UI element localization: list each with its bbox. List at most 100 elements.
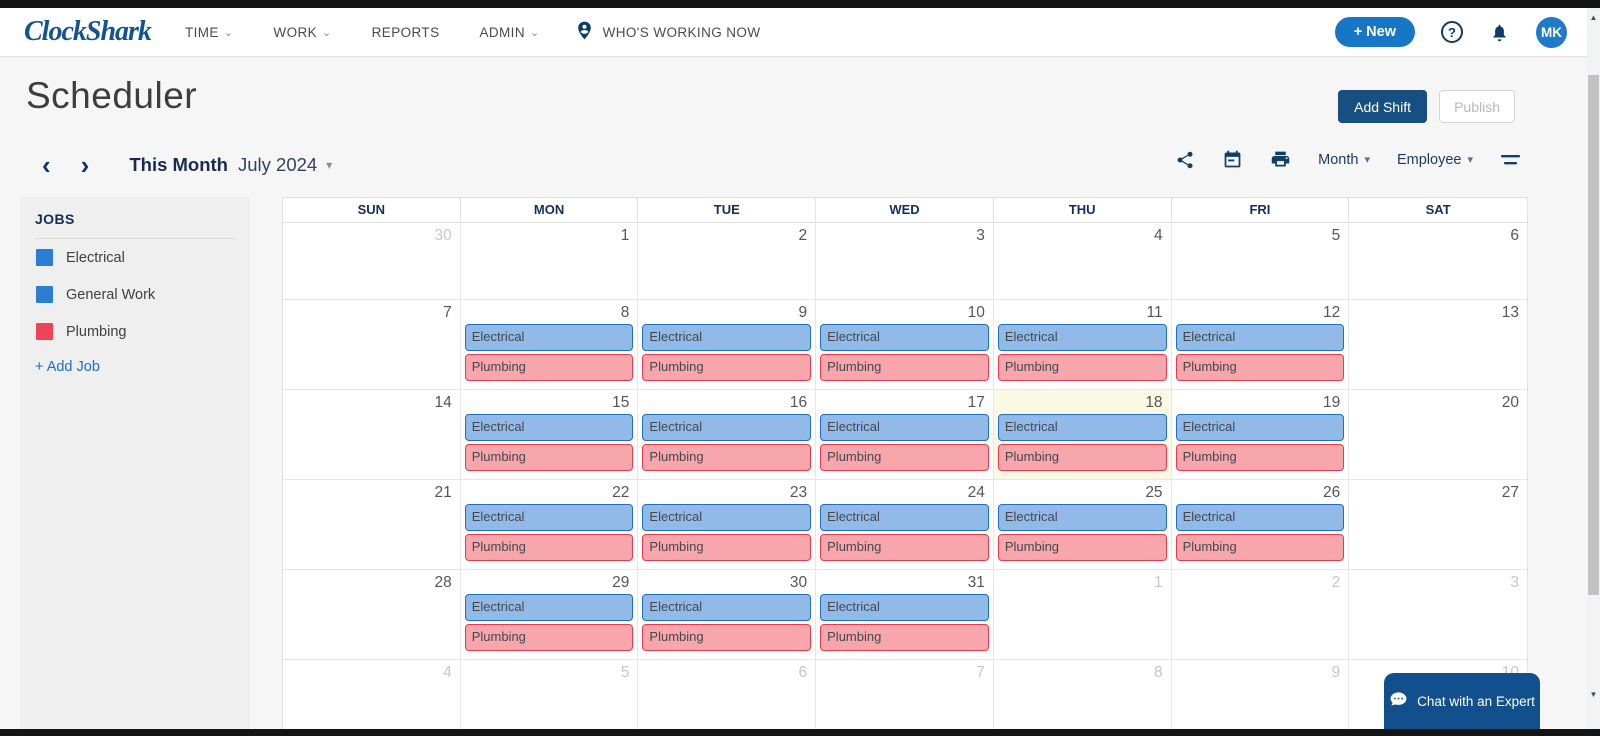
publish-button[interactable]: Publish [1439,90,1515,123]
shift-chip-electrical[interactable]: Electrical [465,324,634,351]
shift-chip-plumbing[interactable]: Plumbing [1176,534,1345,561]
calendar-day-cell[interactable]: 12ElectricalPlumbing [1172,300,1350,390]
menu-item-admin[interactable]: ADMIN⌄ [479,25,539,40]
shift-chip-electrical[interactable]: Electrical [998,504,1167,531]
calendar-day-cell[interactable]: 9ElectricalPlumbing [638,300,816,390]
calendar-day-cell[interactable]: 8ElectricalPlumbing [461,300,639,390]
calendar-day-cell[interactable]: 4 [283,660,461,729]
scroll-down-arrow[interactable]: ▼ [1587,690,1600,699]
whos-working-now-button[interactable]: WHO'S WORKING NOW [574,20,761,44]
calendar-day-cell[interactable]: 20 [1349,390,1527,480]
job-item[interactable]: Plumbing [35,313,235,350]
calendar-icon[interactable] [1222,149,1243,170]
calendar-day-cell[interactable]: 10ElectricalPlumbing [816,300,994,390]
calendar-day-cell[interactable]: 14 [283,390,461,480]
period-dropdown[interactable]: July 2024 [238,154,317,176]
range-label[interactable]: This Month [129,154,228,176]
shift-chip-plumbing[interactable]: Plumbing [465,624,634,651]
calendar-day-cell[interactable]: 8 [994,660,1172,729]
add-shift-button[interactable]: Add Shift [1338,90,1427,123]
calendar-day-cell[interactable]: 5 [461,660,639,729]
calendar-day-cell[interactable]: 30ElectricalPlumbing [638,570,816,660]
calendar-day-cell[interactable]: 31ElectricalPlumbing [816,570,994,660]
shift-chip-electrical[interactable]: Electrical [820,324,989,351]
calendar-day-cell[interactable]: 3 [1349,570,1527,660]
shift-chip-electrical[interactable]: Electrical [642,414,811,441]
calendar-day-cell[interactable]: 28 [283,570,461,660]
shift-chip-plumbing[interactable]: Plumbing [998,354,1167,381]
shift-chip-electrical[interactable]: Electrical [1176,504,1345,531]
calendar-day-cell[interactable]: 13 [1349,300,1527,390]
shift-chip-plumbing[interactable]: Plumbing [642,534,811,561]
calendar-day-cell[interactable]: 30 [283,223,461,300]
shift-chip-electrical[interactable]: Electrical [465,504,634,531]
shift-chip-plumbing[interactable]: Plumbing [1176,444,1345,471]
calendar-day-cell[interactable]: 2 [638,223,816,300]
print-icon[interactable] [1270,149,1291,170]
view-mode-dropdown[interactable]: Month ▾ [1318,152,1370,168]
job-item[interactable]: Electrical [35,239,235,276]
calendar-day-cell[interactable]: 22ElectricalPlumbing [461,480,639,570]
calendar-day-cell[interactable]: 2 [1172,570,1350,660]
menu-item-reports[interactable]: REPORTS [372,25,440,40]
shift-chip-plumbing[interactable]: Plumbing [642,354,811,381]
calendar-day-cell[interactable]: 1 [994,570,1172,660]
add-job-link[interactable]: + Add Job [35,359,100,375]
calendar-day-cell[interactable]: 25ElectricalPlumbing [994,480,1172,570]
shift-chip-electrical[interactable]: Electrical [820,504,989,531]
calendar-day-cell[interactable]: 9 [1172,660,1350,729]
shift-chip-plumbing[interactable]: Plumbing [998,444,1167,471]
shift-chip-plumbing[interactable]: Plumbing [465,354,634,381]
shift-chip-plumbing[interactable]: Plumbing [820,624,989,651]
shift-chip-electrical[interactable]: Electrical [820,414,989,441]
shift-chip-electrical[interactable]: Electrical [642,504,811,531]
shift-chip-plumbing[interactable]: Plumbing [820,534,989,561]
calendar-day-cell[interactable]: 17ElectricalPlumbing [816,390,994,480]
scrollbar-thumb[interactable] [1588,75,1599,595]
scroll-up-arrow[interactable]: ▲ [1587,13,1600,22]
new-button[interactable]: + New [1335,17,1415,47]
calendar-day-cell[interactable]: 5 [1172,223,1350,300]
job-item[interactable]: General Work [35,276,235,313]
shift-chip-plumbing[interactable]: Plumbing [642,444,811,471]
menu-item-work[interactable]: WORK⌄ [273,25,331,40]
calendar-day-cell[interactable]: 26ElectricalPlumbing [1172,480,1350,570]
shift-chip-electrical[interactable]: Electrical [465,414,634,441]
calendar-day-cell[interactable]: 4 [994,223,1172,300]
calendar-day-cell[interactable]: 15ElectricalPlumbing [461,390,639,480]
filter-icon[interactable] [1500,153,1521,167]
shift-chip-electrical[interactable]: Electrical [465,594,634,621]
app-logo[interactable]: ClockShark [24,16,151,48]
calendar-day-cell[interactable]: 27 [1349,480,1527,570]
shift-chip-electrical[interactable]: Electrical [642,324,811,351]
calendar-day-cell[interactable]: 11ElectricalPlumbing [994,300,1172,390]
calendar-day-cell[interactable]: 3 [816,223,994,300]
shift-chip-plumbing[interactable]: Plumbing [820,354,989,381]
avatar[interactable]: MK [1536,17,1567,48]
share-icon[interactable] [1175,150,1195,170]
calendar-day-cell[interactable]: 18ElectricalPlumbing [994,390,1172,480]
calendar-day-cell[interactable]: 16ElectricalPlumbing [638,390,816,480]
notifications-bell-icon[interactable] [1489,22,1510,43]
shift-chip-electrical[interactable]: Electrical [1176,324,1345,351]
calendar-day-cell[interactable]: 19ElectricalPlumbing [1172,390,1350,480]
calendar-day-cell[interactable]: 7 [283,300,461,390]
calendar-day-cell[interactable]: 1 [461,223,639,300]
menu-item-time[interactable]: TIME⌄ [185,25,233,40]
next-period-button[interactable]: › [81,150,90,180]
calendar-day-cell[interactable]: 21 [283,480,461,570]
calendar-day-cell[interactable]: 29ElectricalPlumbing [461,570,639,660]
shift-chip-electrical[interactable]: Electrical [820,594,989,621]
shift-chip-plumbing[interactable]: Plumbing [642,624,811,651]
shift-chip-electrical[interactable]: Electrical [1176,414,1345,441]
shift-chip-plumbing[interactable]: Plumbing [465,444,634,471]
calendar-day-cell[interactable]: 6 [1349,223,1527,300]
help-icon[interactable]: ? [1441,21,1463,43]
calendar-day-cell[interactable]: 6 [638,660,816,729]
chevron-down-icon[interactable]: ▾ [326,158,332,172]
chat-with-expert-button[interactable]: Chat with an Expert [1384,673,1540,729]
shift-chip-plumbing[interactable]: Plumbing [998,534,1167,561]
shift-chip-electrical[interactable]: Electrical [642,594,811,621]
shift-chip-electrical[interactable]: Electrical [998,324,1167,351]
shift-chip-plumbing[interactable]: Plumbing [820,444,989,471]
